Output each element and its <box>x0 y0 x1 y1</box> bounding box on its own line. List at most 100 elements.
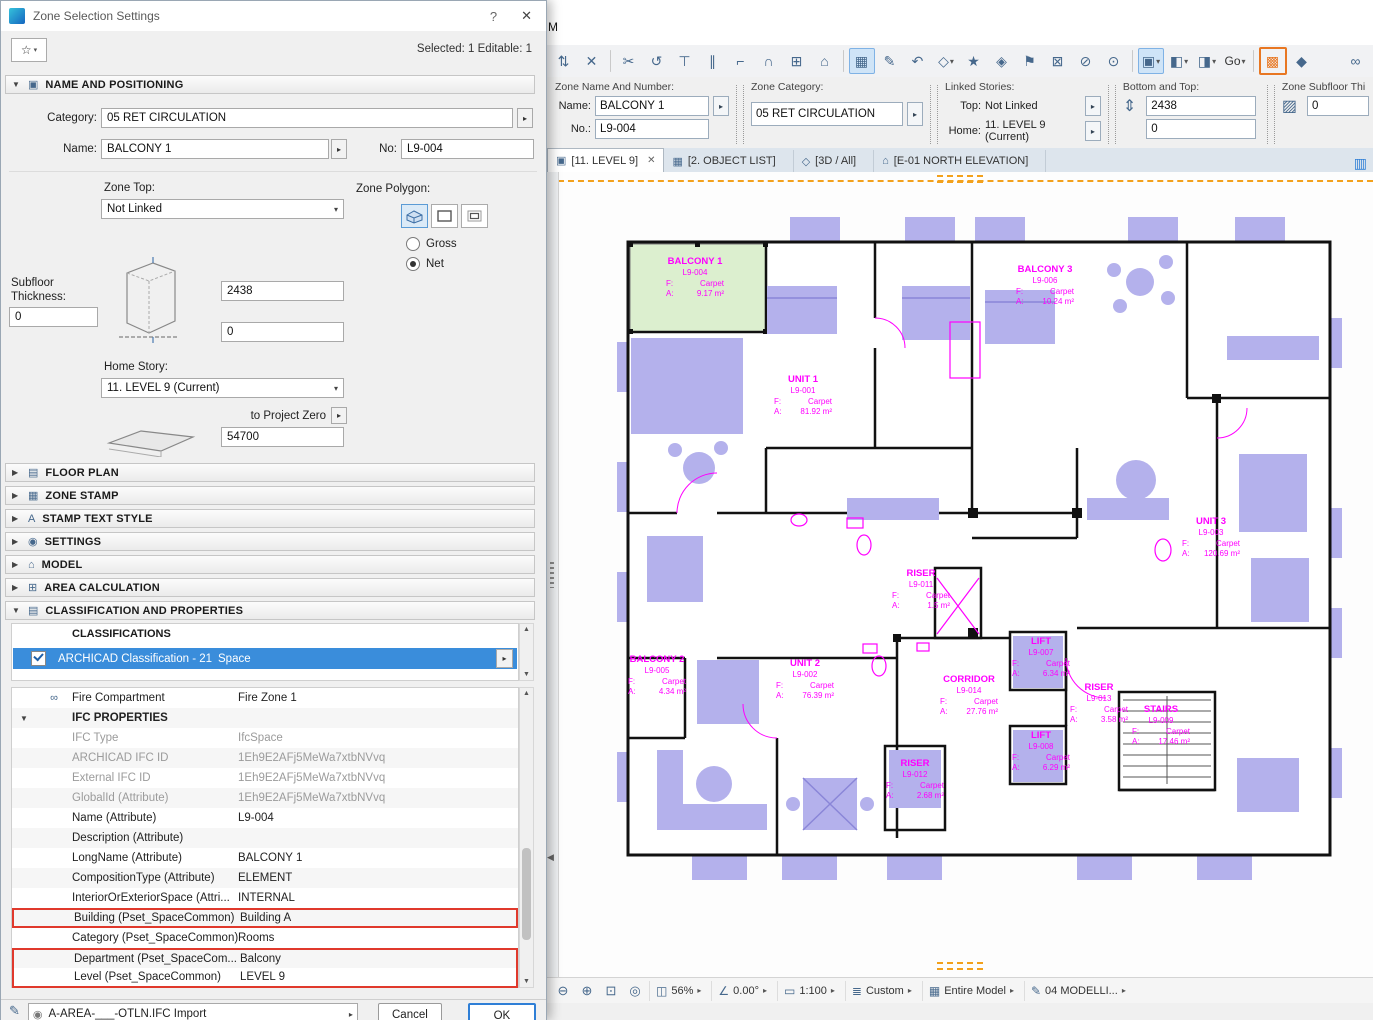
zone-category-combo[interactable]: 05 RET CIRCULATION <box>751 102 903 126</box>
zone-stamp[interactable]: LIFTL9-007F:CarpetA:6.34 m² <box>1012 636 1070 680</box>
classification-spin-button[interactable]: ▸ <box>496 649 513 668</box>
tab-north-elevation[interactable]: ⌂ [E-01 NORTH ELEVATION] <box>874 150 1046 172</box>
section-header[interactable]: ▶ ▤ FLOOR PLAN <box>5 463 535 482</box>
library-manager-button[interactable]: ◆ <box>1289 48 1315 74</box>
property-row[interactable]: LongName (Attribute) BALCONY 1 <box>12 848 518 868</box>
toolbar-button[interactable] <box>1253 50 1254 72</box>
bottom-offset-input[interactable]: 0 <box>1146 119 1256 139</box>
hyperlink-button[interactable]: ∞ <box>1343 48 1369 74</box>
tab-level-9[interactable]: ▣ [11. LEVEL 9] ✕ <box>547 148 664 172</box>
category-combo[interactable]: 05 RET CIRCULATION <box>101 108 513 128</box>
scroll-up-icon[interactable]: ▲ <box>520 626 533 633</box>
collision-detection-button[interactable]: ▩ <box>1259 47 1287 75</box>
zone-name-input[interactable]: BALCONY 1 <box>101 139 329 159</box>
layers-button[interactable]: ◈ <box>989 48 1015 74</box>
zone-stamp[interactable]: BALCONY 1L9-004F:CarpetA:9.17 m² <box>666 256 724 300</box>
toolbar-button[interactable] <box>610 50 611 72</box>
favorites-star-button[interactable]: ☆ ▾ <box>11 38 47 62</box>
section-header[interactable]: ▶ ⌂ MODEL <box>5 555 535 574</box>
scrollbar-thumb[interactable] <box>522 848 531 940</box>
view-cube-button[interactable]: ◇ ▾ <box>933 48 959 74</box>
property-row[interactable]: Department (Pset_SpaceCom... Balcony <box>12 948 518 968</box>
zone-polygon-net-button[interactable] <box>461 204 488 228</box>
scroll-up-icon[interactable]: ▲ <box>520 690 533 697</box>
zone-top-offset-input[interactable]: 2438 <box>221 281 344 301</box>
cut-button[interactable]: ✂ <box>616 48 642 74</box>
marquee-button[interactable]: ▦ <box>849 48 875 74</box>
zoom-selection-button[interactable]: ◎ <box>625 981 645 1001</box>
subfloor-thickness-input[interactable]: 0 <box>1307 96 1369 116</box>
zone-stamp[interactable]: UNIT 2L9-002F:CarpetA:76.39 m² <box>776 658 834 702</box>
zone-stamp[interactable]: CORRIDORL9-014F:CarpetA:27.76 m² <box>940 674 998 718</box>
orientation-dropdown[interactable]: ∠ 0.00° ▸ <box>711 981 773 1001</box>
zone-name-input[interactable]: BALCONY 1 <box>595 96 709 116</box>
help-button[interactable]: ? <box>472 9 515 24</box>
zone-top-dropdown[interactable]: Not Linked ▾ <box>101 199 344 219</box>
zone-stamp[interactable]: RISERL9-011F:CarpetA:1.5 m² <box>892 568 950 612</box>
gross-radio[interactable]: Gross <box>406 237 457 251</box>
collapse-arrow-icon[interactable]: ◀ <box>547 852 554 863</box>
property-row[interactable]: ▼ IFC PROPERTIES <box>12 708 518 728</box>
zone-polygon-gross-button[interactable] <box>431 204 458 228</box>
tab-3d-all[interactable]: ◇ [3D / All] <box>794 150 874 172</box>
favorites-button[interactable]: ★ <box>961 48 987 74</box>
property-row[interactable]: ARCHICAD IFC ID 1Eh9E2AFj5MeWa7xtbNVvq <box>12 748 518 768</box>
flag-button[interactable]: ⚑ <box>1017 48 1043 74</box>
zone-name-spin-button[interactable]: ▸ <box>713 96 729 116</box>
pane-splitter[interactable]: ◀ <box>547 172 559 977</box>
panel-splitter[interactable] <box>1108 85 1116 144</box>
section-name-and-positioning[interactable]: ▼ ▣ NAME AND POSITIONING <box>5 75 535 94</box>
net-radio[interactable]: Net <box>406 257 444 271</box>
section-header[interactable]: ▶ ⊞ AREA CALCULATION <box>5 578 535 597</box>
scroll-down-icon[interactable]: ▼ <box>520 978 533 985</box>
top-offset-input[interactable]: 2438 <box>1146 96 1256 116</box>
zone-number-input[interactable]: L9-004 <box>595 119 709 139</box>
resize-button[interactable]: ⊞ <box>784 48 810 74</box>
category-spin-button[interactable]: ▸ <box>517 108 533 128</box>
scale-dropdown[interactable]: ▭ 1:100 ▸ <box>777 981 841 1001</box>
classifications-scrollbar[interactable]: ▲ ▼ <box>519 623 534 681</box>
window-layout-2-button[interactable]: ◨ ▾ <box>1194 48 1220 74</box>
pen-set-dropdown[interactable]: ✎ 04 MODELLI... ▸ <box>1024 981 1132 1001</box>
drawing-canvas[interactable]: BALCONY 1L9-004F:CarpetA:9.17 m² BALCONY … <box>547 172 1373 977</box>
zone-stamp[interactable]: LIFTL9-008F:CarpetA:6.29 m² <box>1012 730 1070 774</box>
zone-stamp[interactable]: UNIT 1L9-001F:CarpetA:81.92 m² <box>774 374 832 418</box>
delete-button[interactable]: ✕ <box>579 48 605 74</box>
zoom-level-dropdown[interactable]: ◫ 56% ▸ <box>649 981 707 1001</box>
property-row[interactable]: Building (Pset_SpaceCommon) Building A <box>12 908 518 928</box>
zone-stamp[interactable]: RISERL9-012F:CarpetA:2.68 m² <box>886 758 944 802</box>
model-filter-dropdown[interactable]: ▦ Entire Model ▸ <box>922 981 1020 1001</box>
property-row[interactable]: Level (Pset_SpaceCommon) LEVEL 9 <box>12 968 518 988</box>
clip-button[interactable]: ⊘ <box>1073 48 1099 74</box>
fit-in-window-button[interactable]: ⊡ <box>601 981 621 1001</box>
ifc-import-dropdown[interactable]: ◉ A-AREA-___-OTLN.IFC Import ▸ <box>28 1003 358 1020</box>
zone-polygon-3d-button[interactable] <box>401 204 428 228</box>
zone-number-input[interactable]: L9-004 <box>401 139 534 159</box>
layers-dropdown[interactable]: ≣ Custom ▸ <box>845 981 918 1001</box>
ok-button[interactable]: OK <box>468 1003 536 1020</box>
toolbar-button[interactable] <box>1132 50 1133 72</box>
tab-object-list[interactable]: ▦ [2. OBJECT LIST] <box>664 150 793 172</box>
scroll-down-icon[interactable]: ▼ <box>520 671 533 678</box>
property-row[interactable]: Name (Attribute) L9-004 <box>12 808 518 828</box>
dialog-titlebar[interactable]: Zone Selection Settings ? ✕ <box>1 1 546 31</box>
properties-scrollbar[interactable]: ▲ ▼ <box>519 687 534 988</box>
section-header[interactable]: ▶ ▦ ZONE STAMP <box>5 486 535 505</box>
roof-tool-button[interactable]: ⌂ <box>812 48 838 74</box>
zone-bottom-offset-input[interactable]: 0 <box>221 322 344 342</box>
close-button[interactable]: ✕ <box>515 8 538 24</box>
panel-splitter[interactable] <box>930 85 938 144</box>
floorplan[interactable]: BALCONY 1L9-004F:CarpetA:9.17 m² BALCONY … <box>617 198 1357 888</box>
zone-stamp[interactable]: BALCONY 2L9-005F:CarpetA:4.34 m² <box>628 654 686 698</box>
toolbar-button[interactable] <box>843 50 844 72</box>
zone-stamp[interactable]: UNIT 3L9-003F:CarpetA:120.69 m² <box>1182 516 1240 560</box>
checkbox-checked-icon[interactable] <box>31 651 46 666</box>
close-icon[interactable]: ✕ <box>647 155 655 166</box>
property-row[interactable]: GlobalId (Attribute) 1Eh9E2AFj5MeWa7xtbN… <box>12 788 518 808</box>
go-button[interactable]: Go ▾ <box>1222 48 1248 74</box>
property-row[interactable]: CompositionType (Attribute) ELEMENT <box>12 868 518 888</box>
pen-icon[interactable]: ✎ <box>9 1003 20 1019</box>
home-story-dropdown[interactable]: 11. LEVEL 9 (Current) ▾ <box>101 378 344 398</box>
pen-button[interactable]: ✎ <box>877 48 903 74</box>
zone-name-spin-button[interactable]: ▸ <box>331 139 347 159</box>
